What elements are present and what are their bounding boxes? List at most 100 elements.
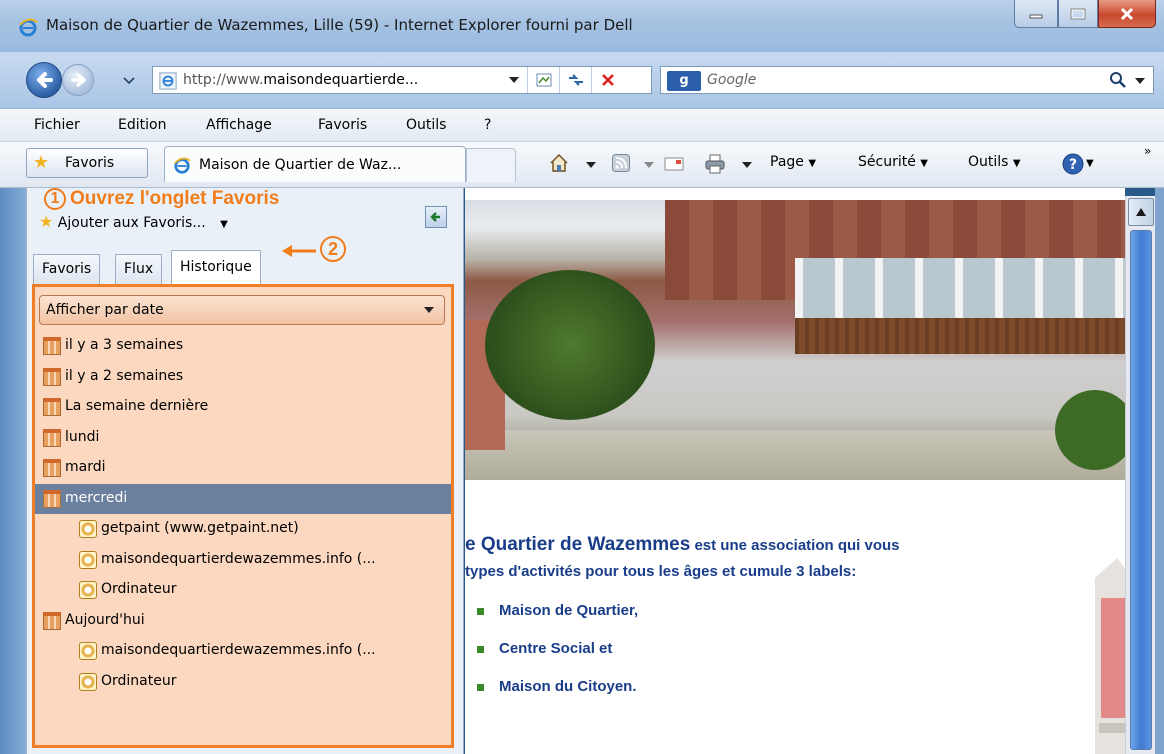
- favorites-center-button[interactable]: ★ Favoris: [26, 148, 148, 178]
- security-menu[interactable]: Sécurité ▼: [858, 154, 928, 170]
- history-date-group[interactable]: mercredi: [35, 483, 451, 514]
- menu-favoris[interactable]: Favoris: [318, 117, 367, 133]
- history-item-label: mardi: [65, 459, 106, 475]
- calendar-icon: [43, 367, 61, 386]
- calendar-icon: [43, 459, 61, 477]
- maximize-button[interactable]: [1058, 0, 1098, 28]
- history-site-item[interactable]: getpaint (www.getpaint.net): [35, 514, 451, 544]
- recent-pages-dropdown-icon[interactable]: [122, 76, 136, 86]
- calendar-icon: [43, 428, 61, 447]
- help-dropdown-icon[interactable]: ▼: [1086, 154, 1094, 170]
- history-date-group[interactable]: il y a 3 semaines: [35, 331, 451, 361]
- history-date-group[interactable]: mardi: [35, 453, 451, 483]
- history-site-item[interactable]: maisondequartierdewazemmes.info (...: [35, 545, 451, 575]
- search-icon[interactable]: [1109, 71, 1127, 89]
- scroll-thumb[interactable]: [1130, 230, 1152, 750]
- menu-outils[interactable]: Outils: [406, 117, 446, 133]
- label-item: Maison de Quartier,: [477, 602, 638, 640]
- history-date-group[interactable]: il y a 2 semaines: [35, 362, 451, 392]
- minimize-icon: [1029, 14, 1043, 18]
- search-input[interactable]: Google: [707, 72, 756, 88]
- page-menu[interactable]: Page ▼: [770, 154, 816, 170]
- step-2-number: 2: [320, 236, 346, 262]
- print-icon[interactable]: [704, 154, 726, 174]
- vertical-scrollbar[interactable]: [1125, 196, 1155, 754]
- more-commands-chevron[interactable]: »: [1144, 144, 1151, 158]
- mail-icon[interactable]: [664, 156, 684, 172]
- annotation-step-1: 1 Ouvrez l'onglet Favoris: [44, 188, 279, 210]
- menu-fichier[interactable]: Fichier: [34, 117, 80, 133]
- history-site-item[interactable]: Ordinateur: [35, 575, 451, 605]
- step-1-text: Ouvrez l'onglet Favoris: [70, 188, 280, 210]
- building-photo: [465, 200, 1125, 480]
- feeds-icon[interactable]: [612, 154, 630, 172]
- tab-flux[interactable]: Flux: [115, 254, 163, 284]
- url-text[interactable]: http://www.maisondequartierde...: [183, 72, 418, 88]
- back-button[interactable]: [26, 62, 62, 98]
- history-page-icon: [79, 520, 97, 538]
- menu-affichage[interactable]: Affichage: [206, 117, 272, 133]
- history-view-select[interactable]: Afficher par date: [39, 295, 445, 325]
- history-view-label: Afficher par date: [46, 302, 164, 318]
- history-date-group[interactable]: La semaine dernière: [35, 392, 451, 422]
- favorites-star-icon: ★: [33, 152, 50, 173]
- menu-edition[interactable]: Edition: [118, 117, 166, 133]
- history-item-label: Aujourd'hui: [65, 611, 145, 628]
- address-bar[interactable]: http://www.maisondequartierde...: [152, 66, 652, 94]
- navigation-bar: http://www.maisondequartierde... g Googl…: [0, 52, 1164, 108]
- stop-icon: [601, 74, 614, 86]
- svg-text:?: ?: [1069, 157, 1077, 173]
- menu-bar: Fichier Edition Affichage Favoris Outils…: [0, 108, 1164, 142]
- history-page-icon: [79, 581, 97, 599]
- annotation-arrow-icon: [282, 245, 316, 257]
- scroll-up-icon: [1136, 208, 1146, 216]
- new-tab-button[interactable]: [466, 148, 516, 182]
- favorites-pane: ★ Ajouter aux Favoris... ▼ Favoris Flux …: [26, 188, 464, 754]
- window-right-frame: [1155, 188, 1164, 754]
- tab-historique[interactable]: Historique: [171, 250, 261, 284]
- pin-arrow-icon: [430, 212, 440, 222]
- history-item-label: il y a 3 semaines: [65, 337, 184, 353]
- menu-help[interactable]: ?: [484, 117, 491, 133]
- home-icon[interactable]: [548, 152, 570, 174]
- tab-favoris[interactable]: Favoris: [33, 254, 101, 284]
- tab-title: Maison de Quartier de Waz...: [199, 157, 402, 173]
- web-page-content: e Quartier de Wazemmes est une associati…: [465, 188, 1125, 754]
- search-box[interactable]: g Google: [660, 66, 1154, 94]
- history-site-item[interactable]: maisondequartierdewazemmes.info (...: [35, 636, 451, 666]
- home-dropdown-icon[interactable]: [586, 162, 596, 168]
- forward-button[interactable]: [62, 64, 94, 96]
- house-illustration: [1095, 558, 1125, 754]
- calendar-icon: [43, 337, 61, 355]
- history-page-icon: [79, 642, 97, 660]
- feeds-dropdown-icon[interactable]: [644, 162, 654, 168]
- pin-favorites-center-button[interactable]: [425, 206, 447, 228]
- history-date-group[interactable]: Aujourd'hui: [35, 606, 451, 636]
- label-item: Maison du Citoyen.: [477, 678, 638, 716]
- intro-text: e Quartier de Wazemmes est une associati…: [465, 532, 900, 585]
- scroll-up-button[interactable]: [1128, 198, 1154, 226]
- browser-tab[interactable]: Maison de Quartier de Waz...: [164, 146, 466, 182]
- history-item-label: maisondequartierdewazemmes.info (...: [101, 550, 376, 567]
- command-bar: ★ Favoris Maison de Quartier de Waz... P…: [0, 142, 1164, 188]
- help-icon[interactable]: ?: [1062, 153, 1084, 175]
- ie-tab-icon: [174, 157, 191, 174]
- minimize-button[interactable]: [1014, 0, 1058, 28]
- compatibility-view-button[interactable]: [527, 67, 559, 93]
- add-favorites-dropdown-icon[interactable]: ▼: [220, 219, 228, 230]
- chevron-down-icon: [424, 307, 434, 313]
- history-site-item[interactable]: Ordinateur: [35, 667, 451, 697]
- intro-org-name: e Quartier de Wazemmes: [465, 534, 691, 555]
- refresh-button[interactable]: [559, 67, 591, 93]
- search-options-arrow-icon[interactable]: [1135, 78, 1145, 84]
- calendar-icon: [43, 398, 61, 416]
- compatibility-icon: [536, 73, 551, 87]
- history-date-group[interactable]: lundi: [35, 423, 451, 453]
- print-dropdown-icon[interactable]: [742, 162, 752, 168]
- url-dropdown[interactable]: [503, 67, 525, 93]
- close-window-button[interactable]: [1098, 0, 1156, 28]
- tools-menu[interactable]: Outils ▼: [968, 154, 1021, 170]
- stop-button[interactable]: [591, 67, 623, 93]
- add-to-favorites-button[interactable]: ★ Ajouter aux Favoris... ▼: [39, 212, 228, 231]
- history-page-icon: [79, 672, 97, 691]
